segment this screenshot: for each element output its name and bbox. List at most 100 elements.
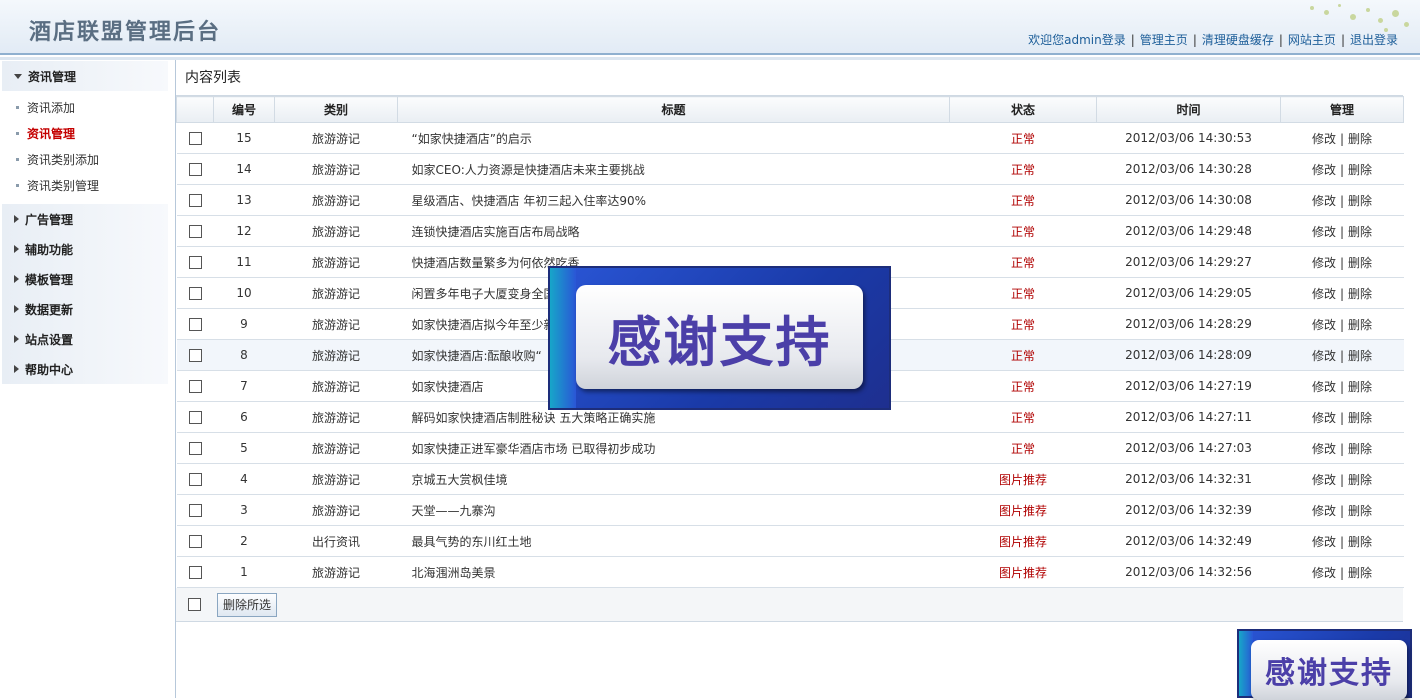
row-status: 图片推荐 bbox=[949, 494, 1097, 526]
delete-selected-button[interactable]: 删除所选 bbox=[217, 592, 278, 617]
row-actions: 修改 | 删除 bbox=[1280, 215, 1404, 247]
delete-link[interactable]: 删除 bbox=[1348, 287, 1372, 301]
edit-link[interactable]: 修改 bbox=[1312, 194, 1336, 208]
row-checkbox[interactable] bbox=[188, 287, 202, 300]
row-checkbox[interactable] bbox=[188, 473, 202, 486]
edit-link[interactable]: 修改 bbox=[1312, 349, 1336, 363]
row-actions: 修改 | 删除 bbox=[1280, 277, 1404, 309]
row-checkbox[interactable] bbox=[188, 411, 202, 424]
edit-link[interactable]: 修改 bbox=[1312, 473, 1336, 487]
delete-link[interactable]: 删除 bbox=[1348, 442, 1372, 456]
delete-link[interactable]: 删除 bbox=[1348, 318, 1372, 332]
table-row: 3 旅游游记 天堂——九寨沟 图片推荐 2012/03/06 14:32:39 修改 | 删除 bbox=[176, 494, 1404, 526]
edit-link[interactable]: 修改 bbox=[1312, 256, 1336, 270]
row-checkbox[interactable] bbox=[188, 225, 202, 238]
action-separator: | bbox=[1339, 379, 1345, 394]
delete-link[interactable]: 删除 bbox=[1348, 194, 1372, 208]
sidebar-item-category-manage[interactable]: 资讯类别管理 bbox=[0, 172, 175, 198]
logout-link[interactable]: 退出登录 bbox=[1350, 33, 1398, 47]
delete-link[interactable]: 删除 bbox=[1348, 256, 1372, 270]
site-home-link[interactable]: 网站主页 bbox=[1288, 33, 1336, 47]
action-separator: | bbox=[1339, 441, 1345, 456]
row-time: 2012/03/06 14:27:19 bbox=[1096, 370, 1281, 402]
table-row: 5 旅游游记 如家快捷正进军豪华酒店市场 已取得初步成功 正常 2012/03/06 1… bbox=[176, 432, 1404, 464]
sidebar-item-label: 资讯类别添加 bbox=[27, 152, 100, 167]
row-select-cell bbox=[176, 246, 214, 278]
row-id: 3 bbox=[213, 494, 275, 526]
row-checkbox[interactable] bbox=[188, 163, 202, 176]
edit-link[interactable]: 修改 bbox=[1312, 132, 1336, 146]
row-checkbox[interactable] bbox=[188, 535, 202, 548]
row-checkbox[interactable] bbox=[188, 132, 202, 145]
delete-link[interactable]: 删除 bbox=[1348, 473, 1372, 487]
table-row: 15 旅游游记 “如家快捷酒店”的启示 正常 2012/03/06 14:30:53 修改… bbox=[176, 122, 1404, 154]
action-separator: | bbox=[1339, 534, 1345, 549]
delete-link[interactable]: 删除 bbox=[1348, 225, 1372, 239]
menu-group-ads[interactable]: 广告管理 bbox=[2, 204, 168, 234]
select-all-checkbox[interactable] bbox=[188, 598, 201, 611]
row-select-cell bbox=[176, 122, 214, 154]
row-actions: 修改 | 删除 bbox=[1280, 308, 1404, 340]
edit-link[interactable]: 修改 bbox=[1312, 318, 1336, 332]
row-id: 4 bbox=[213, 463, 275, 495]
delete-link[interactable]: 删除 bbox=[1348, 132, 1372, 146]
row-checkbox[interactable] bbox=[188, 349, 202, 362]
menu-group-news[interactable]: 资讯管理 bbox=[2, 61, 168, 91]
news-submenu: 资讯添加 资讯管理 资讯类别添加 资讯类别管理 bbox=[0, 91, 175, 204]
delete-link[interactable]: 删除 bbox=[1348, 163, 1372, 177]
row-id: 15 bbox=[213, 122, 275, 154]
row-checkbox[interactable] bbox=[188, 442, 202, 455]
row-checkbox[interactable] bbox=[188, 256, 202, 269]
edit-link[interactable]: 修改 bbox=[1312, 380, 1336, 394]
edit-link[interactable]: 修改 bbox=[1312, 504, 1336, 518]
edit-link[interactable]: 修改 bbox=[1312, 566, 1336, 580]
delete-link[interactable]: 删除 bbox=[1348, 380, 1372, 394]
sidebar-item-news-manage[interactable]: 资讯管理 bbox=[0, 120, 175, 146]
edit-link[interactable]: 修改 bbox=[1312, 535, 1336, 549]
row-status: 正常 bbox=[949, 432, 1097, 464]
menu-group-templates[interactable]: 模板管理 bbox=[2, 264, 168, 294]
row-checkbox[interactable] bbox=[188, 194, 202, 207]
delete-link[interactable]: 删除 bbox=[1348, 566, 1372, 580]
table-row: 14 旅游游记 如家CEO:人力资源是快捷酒店未来主要挑战 正常 2012/03/06 … bbox=[176, 153, 1404, 185]
row-checkbox[interactable] bbox=[188, 504, 202, 517]
row-title: 天堂——九寨沟 bbox=[397, 494, 950, 526]
sidebar-item-category-add[interactable]: 资讯类别添加 bbox=[0, 146, 175, 172]
delete-link[interactable]: 删除 bbox=[1348, 349, 1372, 363]
sidebar-item-news-add[interactable]: 资讯添加 bbox=[0, 94, 175, 120]
edit-link[interactable]: 修改 bbox=[1312, 287, 1336, 301]
row-title: “如家快捷酒店”的启示 bbox=[397, 122, 950, 154]
row-checkbox[interactable] bbox=[188, 566, 202, 579]
row-id: 11 bbox=[213, 246, 275, 278]
row-category: 旅游游记 bbox=[274, 153, 398, 185]
row-id: 5 bbox=[213, 432, 275, 464]
menu-group-site-settings[interactable]: 站点设置 bbox=[2, 324, 168, 354]
admin-home-link[interactable]: 管理主页 bbox=[1140, 33, 1188, 47]
action-separator: | bbox=[1339, 255, 1345, 270]
clear-cache-link[interactable]: 清理硬盘缓存 bbox=[1202, 33, 1274, 47]
delete-link[interactable]: 删除 bbox=[1348, 535, 1372, 549]
action-separator: | bbox=[1339, 472, 1345, 487]
row-time: 2012/03/06 14:28:29 bbox=[1096, 308, 1281, 340]
delete-link[interactable]: 删除 bbox=[1348, 504, 1372, 518]
menu-group-tools[interactable]: 辅助功能 bbox=[2, 234, 168, 264]
edit-link[interactable]: 修改 bbox=[1312, 411, 1336, 425]
row-id: 1 bbox=[213, 556, 275, 588]
row-status: 正常 bbox=[949, 401, 1097, 433]
thanks-banner-text: 感谢支持 bbox=[607, 309, 832, 374]
thanks-banner-center: 感谢支持 bbox=[548, 266, 891, 410]
row-select-cell bbox=[176, 463, 214, 495]
edit-link[interactable]: 修改 bbox=[1312, 163, 1336, 177]
edit-link[interactable]: 修改 bbox=[1312, 225, 1336, 239]
menu-group-help[interactable]: 帮助中心 bbox=[2, 354, 168, 384]
row-actions: 修改 | 删除 bbox=[1280, 184, 1404, 216]
table-row: 4 旅游游记 京城五大赏枫佳境 图片推荐 2012/03/06 14:32:31 修改 | 删… bbox=[176, 463, 1404, 495]
row-checkbox[interactable] bbox=[188, 318, 202, 331]
row-category: 旅游游记 bbox=[274, 277, 398, 309]
edit-link[interactable]: 修改 bbox=[1312, 442, 1336, 456]
menu-group-data-update[interactable]: 数据更新 bbox=[2, 294, 168, 324]
sidebar-item-label: 资讯管理 bbox=[27, 126, 76, 141]
row-checkbox[interactable] bbox=[188, 380, 202, 393]
delete-link[interactable]: 删除 bbox=[1348, 411, 1372, 425]
welcome-text: 欢迎您admin登录 bbox=[1028, 33, 1126, 47]
